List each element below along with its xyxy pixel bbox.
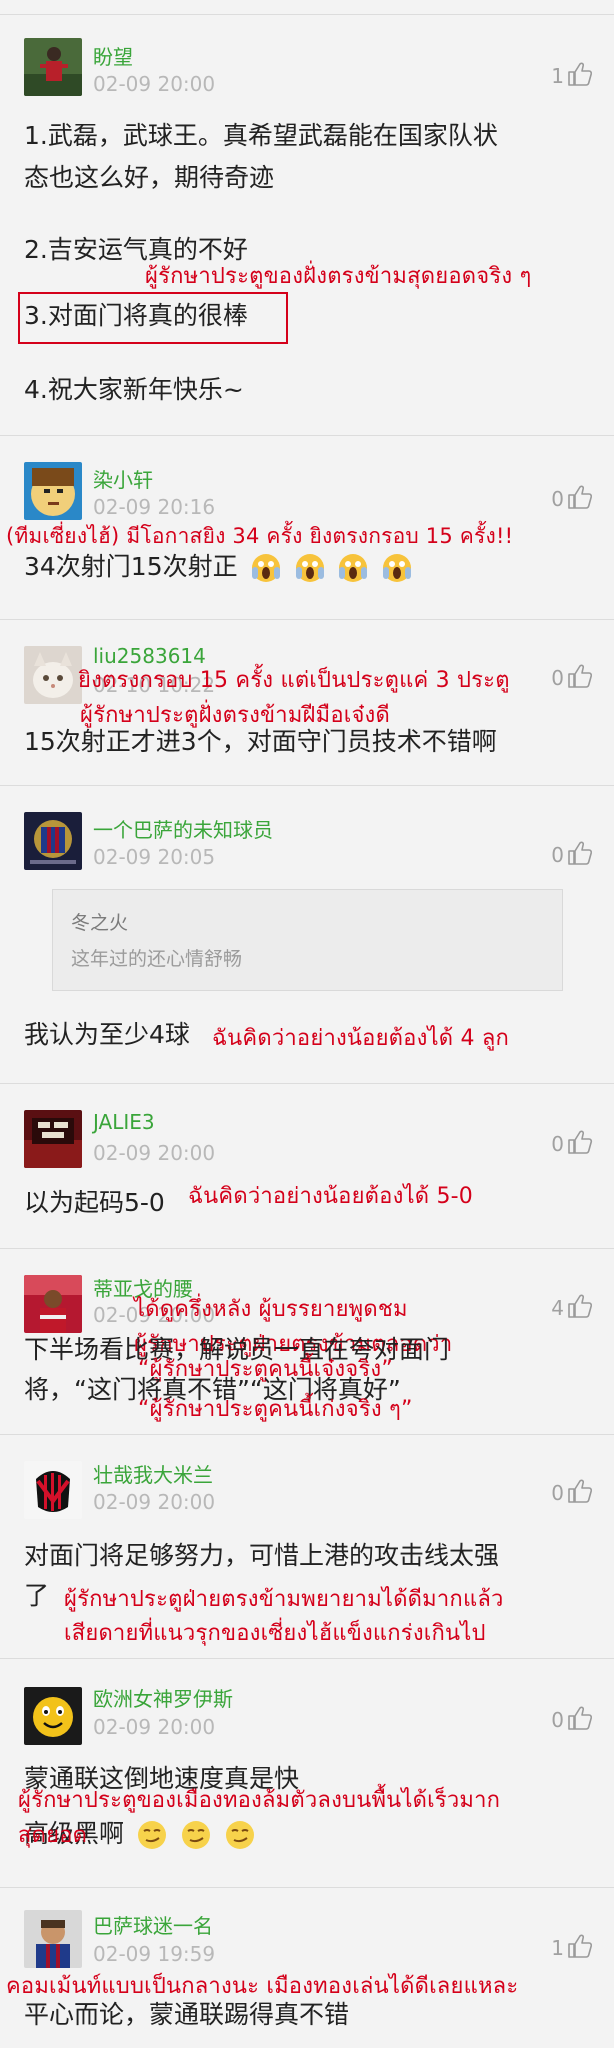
comment-item: 巴萨球迷一名 02-09 19:59 1 คอมเม้นท์แบบเป็นกลา… xyxy=(0,1888,614,2048)
comment-text: 1.武磊，武球王。真希望武磊能在国家队状 xyxy=(24,121,498,150)
thai-translation: ผู้รักษาประตูฝ่ายตรงข้ามพยายามได้ดีมากแล… xyxy=(64,1587,504,1612)
comment-text: 15次射正才进3个，对面守门员技术不错啊 xyxy=(24,727,497,756)
timestamp: 02-09 20:00 xyxy=(93,1490,216,1514)
thumbs-up-icon xyxy=(568,485,593,509)
thai-translation: ได้ดูครึ่งหลัง ผู้บรรยายพูดชม xyxy=(134,1297,408,1322)
avatar[interactable] xyxy=(24,1110,82,1168)
comment-item: 蒂亚戈的腰 02-09 20:00 4 ได้ดูครึ่งหลัง ผู้บร… xyxy=(0,1249,614,1434)
like-count: 0 xyxy=(551,1132,564,1156)
scream-emoji-icon xyxy=(381,552,413,584)
like-count: 0 xyxy=(551,487,564,511)
thumbs-up-icon xyxy=(568,1479,593,1503)
thai-translation: สุดยอด xyxy=(18,1823,88,1848)
thai-translation: ผู้รักษาประตูของเมืองทองล้มตัวลงบนพื้นได… xyxy=(18,1788,501,1813)
smirk-emoji-icon xyxy=(224,1819,256,1851)
like-button[interactable]: 0 xyxy=(534,1477,594,1509)
timestamp: 02-09 19:59 xyxy=(93,1942,216,1966)
like-count: 0 xyxy=(551,843,564,867)
like-button[interactable]: 0 xyxy=(534,839,594,871)
avatar[interactable] xyxy=(24,1461,82,1519)
thumbs-up-icon xyxy=(568,1934,593,1958)
comment-text: 34次射门15次射正 xyxy=(24,546,590,588)
username[interactable]: 染小轩 xyxy=(93,464,153,493)
like-button[interactable]: 0 xyxy=(534,1128,594,1160)
avatar[interactable] xyxy=(24,1687,82,1745)
comment-text-content: 34次射门15次射正 xyxy=(24,552,238,581)
comment-text: 高级黑啊 xyxy=(24,1813,590,1855)
thumbs-up-icon xyxy=(568,1294,593,1318)
thai-translation: “ผู้รักษาประตูคนนี้เก่งจริง ๆ” xyxy=(138,1397,413,1422)
avatar[interactable] xyxy=(24,812,82,870)
like-button[interactable]: 1 xyxy=(534,1932,594,1964)
thumbs-up-icon xyxy=(568,1706,593,1730)
comment-text: 3.对面门将真的很棒 xyxy=(24,301,248,330)
username[interactable]: 一个巴萨的未知球员 xyxy=(93,814,273,843)
comment-item: 染小轩 02-09 20:16 0 (ทีมเซี่ยงไฮ้) มีโอกาส… xyxy=(0,436,614,619)
thumbs-up-icon xyxy=(568,841,593,865)
timestamp: 02-09 20:00 xyxy=(93,1141,216,1165)
like-button[interactable]: 4 xyxy=(534,1292,594,1324)
comment-item: 一个巴萨的未知球员 02-09 20:05 0 冬之火 这年过的还心情舒畅 我认… xyxy=(0,786,614,1083)
username[interactable]: 盼望 xyxy=(93,41,133,70)
timestamp: 02-09 20:05 xyxy=(93,845,216,869)
avatar[interactable] xyxy=(24,646,82,704)
username[interactable]: JALIE3 xyxy=(93,1110,155,1134)
username[interactable]: 欧洲女神罗伊斯 xyxy=(93,1683,233,1712)
comment-item: 壮哉我大米兰 02-09 20:00 0 对面门将足够努力，可惜上港的攻击线太强… xyxy=(0,1435,614,1658)
comment-text: 平心而论，蒙通联踢得真不错 xyxy=(24,2000,350,2029)
comment-item: 盼望 02-09 20:00 1 1.武磊，武球王。真希望武磊能在国家队状 态也… xyxy=(0,15,614,435)
like-button[interactable]: 0 xyxy=(534,483,594,515)
timestamp: 02-09 20:00 xyxy=(93,72,216,96)
thumbs-up-icon xyxy=(568,62,593,86)
comment-item: 欧洲女神罗伊斯 02-09 20:00 0 蒙通联这倒地速度真是快 ผู้รัก… xyxy=(0,1659,614,1887)
avatar[interactable] xyxy=(24,38,82,96)
timestamp: 02-09 20:16 xyxy=(93,495,216,519)
thai-translation: ฉันคิดว่าอย่างน้อยต้องได้ 4 ลูก xyxy=(212,1026,510,1051)
thai-translation: เสียดายที่แนวรุกของเซี่ยงไฮ้แข็งแกร่งเกิ… xyxy=(64,1621,486,1646)
like-count: 0 xyxy=(551,1708,564,1732)
thai-translation: ยิงตรงกรอบ 15 ครั้ง แต่เป็นประตูแค่ 3 ปร… xyxy=(78,668,510,693)
like-button[interactable]: 0 xyxy=(534,1704,594,1736)
thumbs-up-icon xyxy=(568,664,593,688)
thai-translation: ฉันคิดว่าอย่างน้อยต้องได้ 5-0 xyxy=(188,1184,473,1209)
like-count: 0 xyxy=(551,1481,564,1505)
comment-text: 4.祝大家新年快乐~ xyxy=(24,375,244,404)
avatar[interactable] xyxy=(24,1910,82,1968)
smirk-emoji-icon xyxy=(136,1819,168,1851)
comment-item: liu2583614 02-10 10:22 0 ยิงตรงกรอบ 15 ค… xyxy=(0,620,614,785)
scream-emoji-icon xyxy=(250,552,282,584)
like-count: 4 xyxy=(551,1296,564,1320)
comment-text: 态也这么好，期待奇迹 xyxy=(24,163,275,192)
like-count: 1 xyxy=(551,64,564,88)
quoted-username: 冬之火 xyxy=(71,912,129,934)
scream-emoji-icon xyxy=(337,552,369,584)
thai-translation: ผู้รักษาประตูของฝั่งตรงข้ามสุดยอดจริง ๆ xyxy=(145,264,532,289)
username[interactable]: 壮哉我大米兰 xyxy=(93,1459,213,1488)
comment-text: 对面门将足够努力，可惜上港的攻击线太强 xyxy=(24,1541,500,1570)
like-count: 1 xyxy=(551,1936,564,1960)
avatar[interactable] xyxy=(24,1275,82,1333)
quoted-text: 这年过的还心情舒畅 xyxy=(71,948,243,970)
comment-item: JALIE3 02-09 20:00 0 以为起码5-0 ฉันคิดว่าอย… xyxy=(0,1084,614,1248)
like-count: 0 xyxy=(551,666,564,690)
like-button[interactable]: 1 xyxy=(534,60,594,92)
timestamp: 02-09 20:00 xyxy=(93,1715,216,1739)
scream-emoji-icon xyxy=(294,552,326,584)
thumbs-up-icon xyxy=(568,1130,593,1154)
quoted-reply[interactable]: 冬之火 这年过的还心情舒畅 xyxy=(52,889,563,991)
username[interactable]: 巴萨球迷一名 xyxy=(93,1910,213,1939)
smirk-emoji-icon xyxy=(180,1819,212,1851)
like-button[interactable]: 0 xyxy=(534,662,594,694)
avatar[interactable] xyxy=(24,462,82,520)
